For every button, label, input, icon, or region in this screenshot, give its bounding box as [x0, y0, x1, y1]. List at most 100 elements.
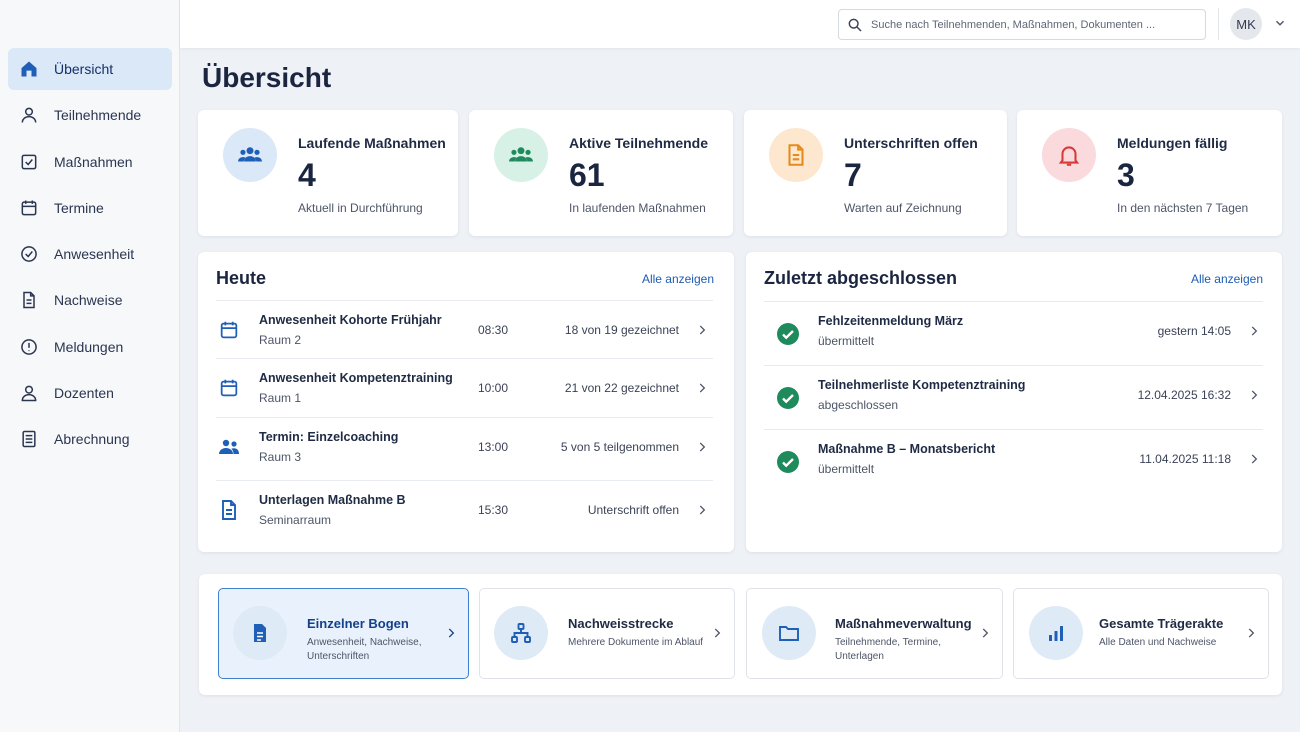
row-subtitle: Raum 2 [259, 333, 302, 347]
stat-label: Aktive Teilnehmende [569, 135, 709, 151]
check-circle-icon [18, 243, 40, 265]
sidebar-item-label: Meldungen [54, 338, 124, 355]
stat-card-unterschriften-offen[interactable]: Unterschriften offen 7 Warten auf Zeichn… [744, 110, 1007, 236]
person-icon [18, 104, 40, 126]
sidebar-item-teilnehmende[interactable]: Teilnehmende [8, 94, 172, 136]
calendar-icon [216, 317, 242, 343]
row-status: 5 von 5 teilgenommen [560, 440, 679, 454]
document-icon [18, 289, 40, 311]
hierarchy-icon [494, 606, 548, 660]
tile-gesamte-traegerakte[interactable]: Gesamte Trägerakte Alle Daten und Nachwe… [1013, 588, 1269, 679]
document-icon [216, 497, 242, 523]
document-icon [769, 128, 823, 182]
search-box[interactable] [838, 9, 1206, 40]
stat-card-laufende-massnahmen[interactable]: Laufende Maßnahmen 4 Aktuell in Durchfüh… [198, 110, 458, 236]
topbar: MK [180, 0, 1300, 48]
list-document-icon [18, 428, 40, 450]
tile-massnahmeverwaltung[interactable]: Maßnahmeverwaltung Teilnehmende, Termine… [746, 588, 1003, 679]
recent-row[interactable]: Fehlzeitenmeldung März übermittelt geste… [764, 301, 1263, 365]
folder-icon [762, 606, 816, 660]
sidebar-item-label: Teilnehmende [54, 107, 142, 124]
sidebar-item-abrechnung[interactable]: Abrechnung [8, 418, 172, 460]
page-title: Übersicht [202, 62, 332, 93]
tile-subtitle: Teilnehmende, Termine, Unterlagen [835, 637, 941, 662]
user-icon [18, 382, 40, 404]
sidebar-item-meldungen[interactable]: Meldungen [8, 326, 172, 368]
recent-row[interactable]: Maßnahme B – Monatsbericht übermittelt 1… [764, 429, 1263, 493]
chevron-right-icon [699, 442, 706, 452]
today-panel: Heute Alle anzeigen Anwesenheit Kohorte … [198, 252, 734, 552]
tile-subtitle: Alle Daten und Nachweise [1099, 637, 1217, 648]
chevron-right-icon [982, 628, 989, 638]
today-row[interactable]: Unterlagen Maßnahme B Seminarraum 15:30 … [216, 480, 713, 540]
bell-icon [1042, 128, 1096, 182]
check-circle-icon [775, 321, 801, 347]
alert-icon [18, 336, 40, 358]
recent-row[interactable]: Teilnehmerliste Kompetenztraining abgesc… [764, 365, 1263, 429]
row-time: 15:30 [478, 503, 509, 517]
row-title: Anwesenheit Kompetenztraining [259, 371, 453, 385]
people-icon [216, 434, 242, 460]
tile-title: Nachweisstrecke [568, 616, 674, 631]
sidebar-item-dozenten[interactable]: Dozenten [8, 372, 172, 414]
row-title: Fehlzeitenmeldung März [818, 314, 964, 328]
avatar[interactable]: MK [1230, 8, 1262, 40]
bar-chart-icon [1029, 606, 1083, 660]
sidebar-item-label: Maßnahmen [54, 153, 133, 170]
sidebar-item-label: Termine [54, 199, 104, 216]
tile-title: Einzelner Bogen [307, 616, 409, 631]
sidebar-nav: Übersicht Teilnehmende Maßnahmen Termine… [0, 48, 180, 465]
recent-show-all-link[interactable]: Alle anzeigen [1191, 272, 1263, 286]
stat-subtext: In den nächsten 7 Tagen [1117, 201, 1249, 215]
stat-value: 3 [1117, 157, 1135, 193]
today-row[interactable]: Anwesenheit Kohorte Frühjahr Raum 2 08:3… [216, 300, 713, 360]
stat-value: 61 [569, 157, 605, 193]
sidebar-item-nachweise[interactable]: Nachweise [8, 279, 172, 321]
tile-nachweisstrecke[interactable]: Nachweisstrecke Mehrere Dokumente im Abl… [479, 588, 735, 679]
row-date: 11.04.2025 11:18 [1139, 452, 1231, 466]
chevron-right-icon [1251, 390, 1258, 400]
chevron-down-icon[interactable] [1273, 16, 1287, 30]
sidebar-item-uebersicht[interactable]: Übersicht [8, 48, 172, 90]
row-status: Unterschrift offen [587, 503, 679, 517]
sidebar-item-massnahmen[interactable]: Maßnahmen [8, 141, 172, 183]
tile-subtitle: Anwesenheit, Nachweise, Unterschriften [307, 637, 422, 662]
row-subtitle: abgeschlossen [818, 398, 899, 412]
stat-subtext: Aktuell in Durchführung [298, 201, 423, 215]
row-subtitle: Raum 3 [259, 450, 302, 464]
today-row[interactable]: Anwesenheit Kompetenztraining Raum 1 10:… [216, 358, 713, 418]
tile-title: Maßnahmeverwaltung [835, 616, 972, 631]
chevron-right-icon [714, 628, 721, 638]
stat-card-meldungen-faellig[interactable]: Meldungen fällig 3 In den nächsten 7 Tag… [1017, 110, 1282, 236]
row-title: Termin: Einzelcoaching [259, 430, 399, 444]
stat-value: 4 [298, 157, 316, 193]
stat-label: Unterschriften offen [844, 135, 978, 151]
chevron-right-icon [448, 628, 455, 638]
row-date: gestern 14:05 [1157, 324, 1231, 338]
today-row[interactable]: Termin: Einzelcoaching Raum 3 13:00 5 vo… [216, 417, 713, 477]
sidebar-item-label: Abrechnung [54, 431, 130, 448]
sidebar-item-termine[interactable]: Termine [8, 187, 172, 229]
stat-value: 7 [844, 157, 862, 193]
sidebar-item-anwesenheit[interactable]: Anwesenheit [8, 233, 172, 275]
chevron-right-icon [1248, 628, 1255, 638]
chevron-right-icon [699, 383, 706, 393]
row-title: Teilnehmerliste Kompetenztraining [818, 378, 1026, 392]
tile-subtitle: Mehrere Dokumente im Ablauf [568, 637, 704, 648]
stat-label: Laufende Maßnahmen [298, 135, 446, 151]
document-icon [233, 606, 287, 660]
group-icon [494, 128, 548, 182]
chevron-right-icon [1251, 454, 1258, 464]
row-status: 21 von 22 gezeichnet [564, 381, 679, 395]
search-input[interactable] [871, 18, 1191, 31]
group-icon [223, 128, 277, 182]
row-subtitle: übermittelt [818, 462, 875, 476]
check-circle-icon [775, 449, 801, 475]
tile-title: Gesamte Trägerakte [1099, 616, 1224, 631]
chevron-right-icon [699, 505, 706, 515]
stat-label: Meldungen fällig [1117, 135, 1228, 151]
today-show-all-link[interactable]: Alle anzeigen [642, 272, 714, 286]
tile-einzelner-bogen[interactable]: Einzelner Bogen Anwesenheit, Nachweise, … [218, 588, 469, 679]
check-circle-icon [775, 385, 801, 411]
stat-card-aktive-teilnehmende[interactable]: Aktive Teilnehmende 61 In laufenden Maßn… [469, 110, 733, 236]
